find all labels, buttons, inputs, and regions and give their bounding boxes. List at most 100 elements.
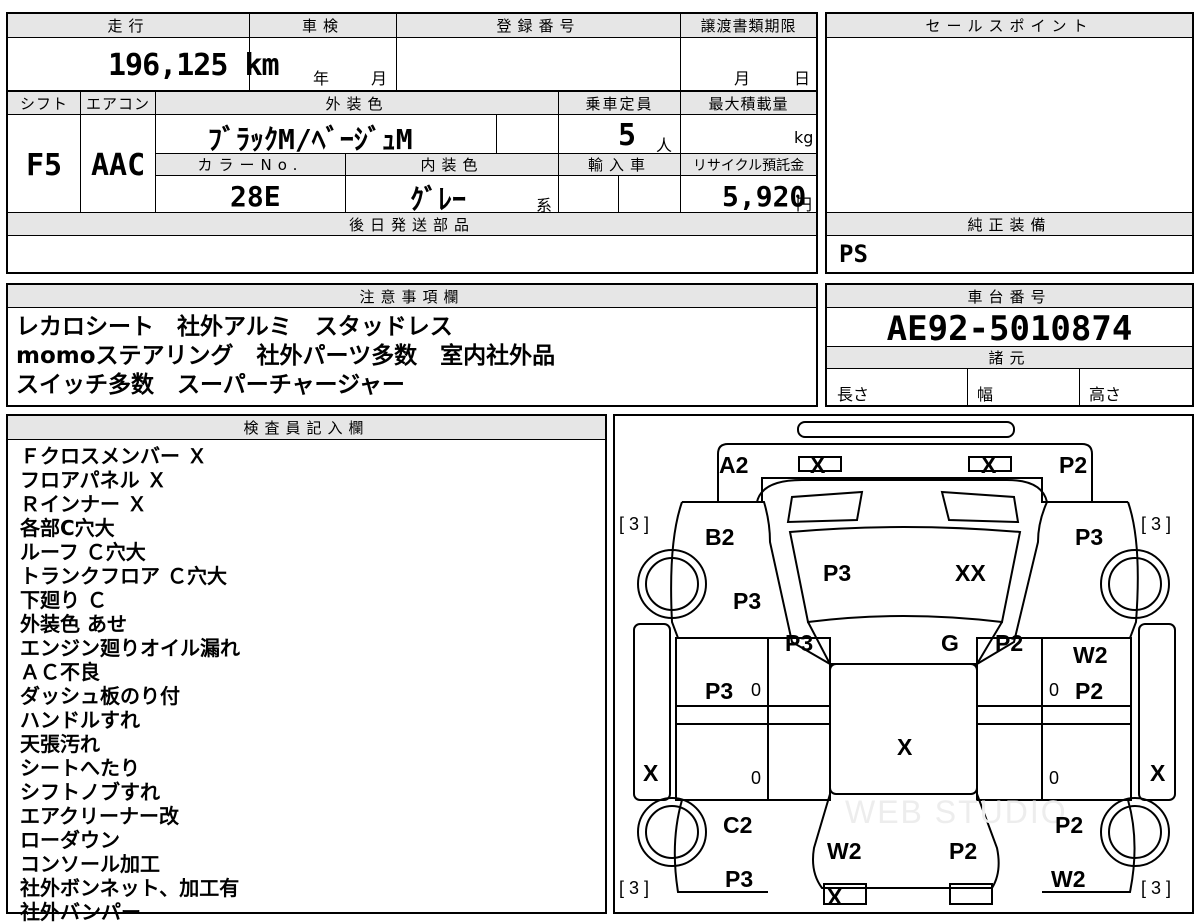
mark-front-left: P3 xyxy=(725,866,754,892)
mark-pillar-left: P3 xyxy=(785,630,814,656)
inspector-block: 検査員記入欄 Ｆクロスメンバー Ｘ フロアパネル Ｘ Ｒインナー Ｘ 各部C穴大… xyxy=(6,414,607,924)
recycle-header: リサイクル預託金 xyxy=(681,153,816,176)
mark-rear-door-left-num: 0 xyxy=(751,680,762,700)
inspection-note: トランクフロア Ｃ穴大 xyxy=(20,564,227,588)
mileage-header: 走行 xyxy=(8,14,249,38)
inspection-note: ハンドルすれ xyxy=(20,708,140,732)
note-line: スイッチ多数 スーパーチャージャー xyxy=(16,372,405,398)
mark-front-door-right-num: 0 xyxy=(1049,768,1060,788)
mark-hood-right: P2 xyxy=(949,838,978,864)
sales-point-header: セールスポイント xyxy=(827,14,1192,38)
inspector-list: Ｆクロスメンバー Ｘ フロアパネル Ｘ Ｒインナー Ｘ 各部C穴大 ルーフ Ｃ穴… xyxy=(20,444,240,924)
mark-rear-door-left: P3 xyxy=(705,678,734,704)
inspection-note: Ｆクロスメンバー Ｘ xyxy=(20,444,207,468)
mark-rear-right: P2 xyxy=(1059,452,1088,478)
mark-front-door-left-num: 0 xyxy=(751,768,762,788)
mark-rear-door-right-num: 0 xyxy=(1049,680,1060,700)
inspector-header: 検査員記入欄 xyxy=(8,416,605,440)
mark-front-fender-left: C2 xyxy=(723,812,753,838)
height-label: 高さ xyxy=(1089,385,1122,404)
note-line: レカロシート 社外アルミ スタッドレス xyxy=(16,314,453,340)
transfer-header: 譲渡書類期限 xyxy=(681,14,816,38)
registration-header: 登録番号 xyxy=(397,14,680,38)
mileage-value: 196,125 km xyxy=(108,48,280,83)
mark-sill-right: X xyxy=(1150,760,1166,786)
notes-header: 注意事項欄 xyxy=(8,285,816,308)
mark-bumper: X xyxy=(827,884,843,910)
inspection-header: 車検 xyxy=(250,14,396,38)
color-no-value: 28E xyxy=(230,180,281,213)
chassis-number: AE92-5010874 xyxy=(886,309,1133,349)
capacity-header: 乗車定員 xyxy=(559,91,680,115)
capacity-value: 5 xyxy=(618,118,637,153)
inspection-note: ダッシュ板のり付 xyxy=(20,684,180,708)
mark-rear-quarter-right: P3 xyxy=(1075,524,1104,550)
mark-sill-left: X xyxy=(643,760,659,786)
inspection-note: 天張汚れ xyxy=(20,732,100,756)
mark-rear-quarter-left-2: P3 xyxy=(733,588,762,614)
inspection-note: 社外ボンネット、加工有 xyxy=(20,876,240,900)
inspection-note: エンジン廻りオイル漏れ xyxy=(20,636,240,660)
mark-glass: G xyxy=(941,630,959,656)
exterior-color-header: 外装色 xyxy=(156,91,558,115)
mark-rear-door-right-2: P2 xyxy=(1075,678,1104,704)
inspection-note: ローダウン xyxy=(20,828,120,852)
sales-block: セールスポイント 純正装備 PS xyxy=(825,12,1194,274)
inspection-note: シートへたり xyxy=(20,756,140,780)
inspection-year: 年 xyxy=(313,69,330,88)
chassis-header: 車台番号 xyxy=(827,285,1192,308)
later-parts-header: 後日発送部品 xyxy=(8,212,816,236)
mark-front-right: W2 xyxy=(1051,866,1086,892)
max-load-header: 最大積載量 xyxy=(681,91,816,115)
shift-header: シフト xyxy=(8,91,80,115)
inspection-note: 外装色 あせ xyxy=(20,612,127,636)
genuine-equipment-value: PS xyxy=(839,240,868,268)
inspection-note: 各部C穴大 xyxy=(20,516,115,540)
inspection-note: コンソール加工 xyxy=(20,852,160,876)
inspection-note: シフトノブすれ xyxy=(20,780,160,804)
width-label: 幅 xyxy=(977,385,994,404)
mark-pillar-right: P2 xyxy=(995,630,1024,656)
inspection-note: Ｒインナー Ｘ xyxy=(20,492,147,516)
watermark: WEB STUDIO xyxy=(845,794,1068,830)
tire-rear-left: [ 3 ] xyxy=(619,514,650,534)
specs-header: 諸元 xyxy=(827,346,1192,369)
inspection-note: エアクリーナー改 xyxy=(20,804,179,828)
shift-value: F5 xyxy=(26,148,63,183)
length-label: 長さ xyxy=(837,385,870,404)
mark-trunk: P3 xyxy=(823,560,852,586)
max-load-unit: kg xyxy=(794,128,814,147)
tire-front-left: [ 3 ] xyxy=(619,878,650,898)
mark-rear-door-right: W2 xyxy=(1073,642,1108,668)
tire-rear-right: [ 3 ] xyxy=(1141,514,1172,534)
mark-rear-quarter-left: B2 xyxy=(705,524,735,550)
exterior-color-value: ﾌﾞﾗｯｸM/ﾍﾞｰｼﾞｭM xyxy=(208,123,413,156)
interior-color-header: 内装色 xyxy=(346,153,558,176)
mark-rear-x2: X xyxy=(981,452,997,478)
chassis-block: 車台番号 AE92-5010874 諸元 長さ 幅 高さ xyxy=(825,283,1194,407)
mark-front-fender-right: P2 xyxy=(1055,812,1084,838)
genuine-equipment-header: 純正装備 xyxy=(827,212,1192,236)
car-diagram: WEB STUDIO A2 X X P2 [ 3 ] [ 3 ] B2 P3 X… xyxy=(613,414,1194,914)
note-line: momoステアリング 社外パーツ多数 室内社外品 xyxy=(16,343,556,369)
mark-trunk-right: XX xyxy=(955,560,986,586)
mark-rear-left: A2 xyxy=(719,452,749,478)
import-header: 輸入車 xyxy=(559,153,680,176)
spec-block: 走行 車検 登録番号 譲渡書類期限 196,125 km 年 月 月 日 シフト… xyxy=(6,12,818,274)
inspection-month: 月 xyxy=(371,69,388,88)
aircon-header: エアコン xyxy=(81,91,155,115)
color-no-header: カラーNo. xyxy=(156,153,345,176)
transfer-month: 月 xyxy=(734,69,751,88)
inspection-note: フロアパネル Ｘ xyxy=(20,468,167,492)
tire-front-right: [ 3 ] xyxy=(1141,878,1172,898)
inspection-note: 下廻り Ｃ xyxy=(20,588,107,612)
inspection-note: ルーフ Ｃ穴大 xyxy=(20,540,146,564)
inspection-note: 社外バンパー xyxy=(20,900,141,924)
transfer-day: 日 xyxy=(794,69,811,88)
mark-roof: X xyxy=(897,734,913,760)
mark-hood-left: W2 xyxy=(827,838,862,864)
aircon-value: AAC xyxy=(91,148,146,183)
notes-block: 注意事項欄 レカロシート 社外アルミ スタッドレス momoステアリング 社外パ… xyxy=(6,283,818,407)
mark-rear-x1: X xyxy=(810,452,826,478)
recycle-value: 5,920 xyxy=(722,180,807,213)
